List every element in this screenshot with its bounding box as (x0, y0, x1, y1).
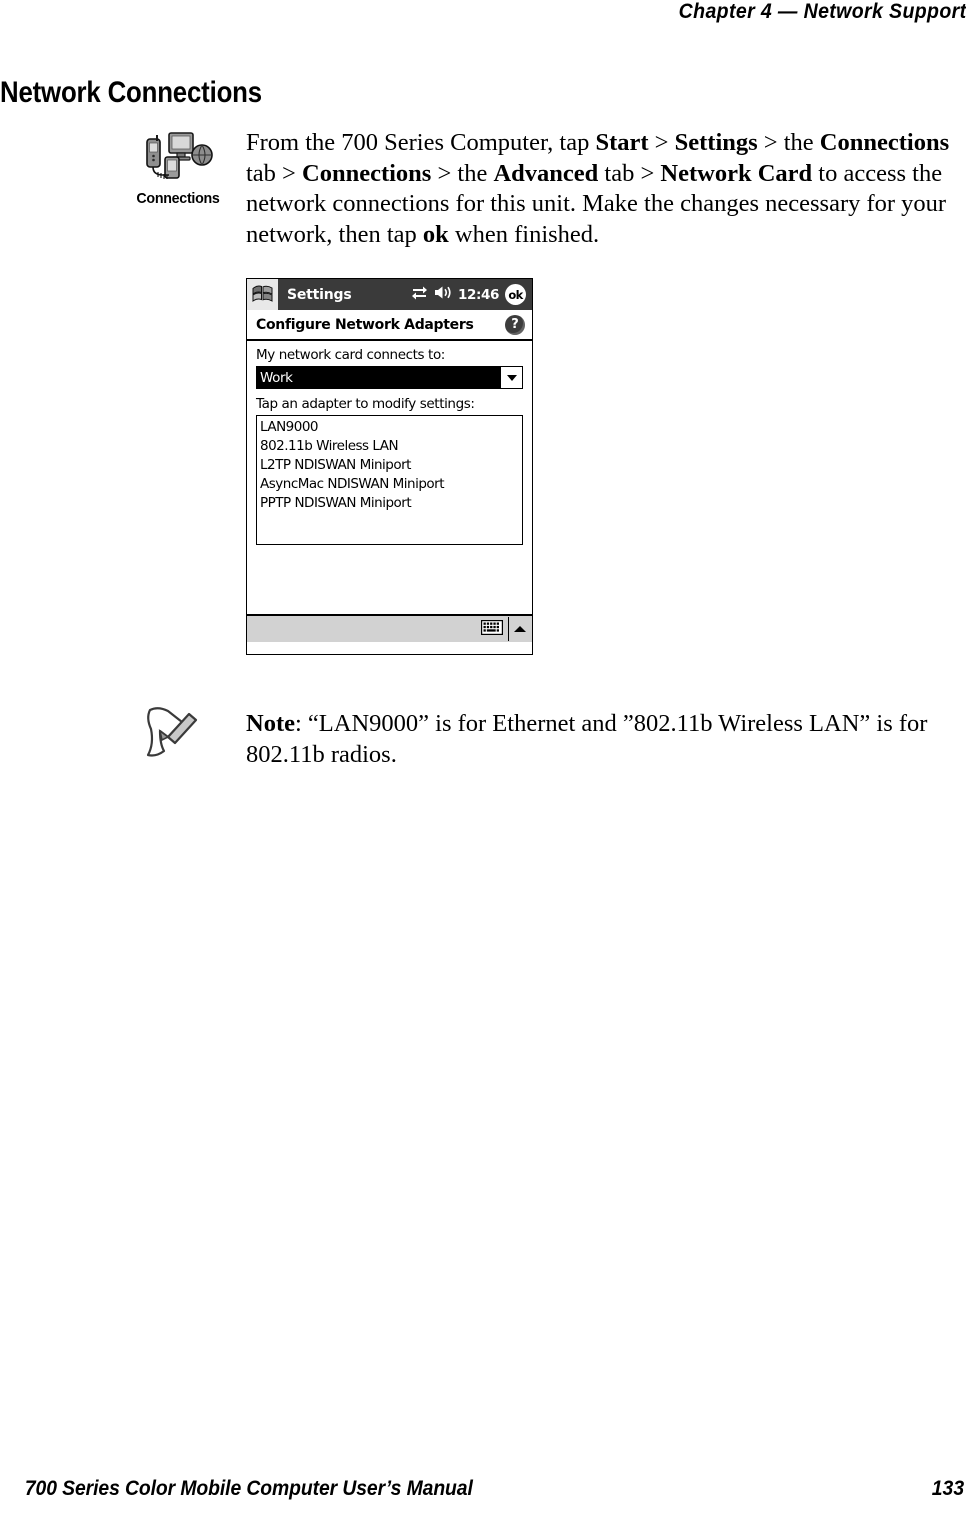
keyboard-icon[interactable] (480, 619, 504, 639)
running-header: Chapter 4 — Network Support (0, 0, 966, 30)
bold-network-card: Network Card (660, 159, 813, 187)
caret-up-icon[interactable] (514, 626, 526, 632)
text-run: when finished. (448, 220, 600, 248)
note-body-text: : “LAN9000” is for Ethernet and ”802.11b… (246, 710, 928, 768)
callout-paragraph: From the 700 Series Computer, tap Start … (246, 128, 962, 250)
start-button[interactable] (247, 279, 278, 310)
page-footer: 700 Series Color Mobile Computer User’s … (0, 1476, 966, 1501)
ok-button[interactable]: ok (505, 284, 526, 305)
text-run: tab > (246, 159, 302, 187)
text-run: > the (431, 159, 494, 187)
text-run: > (648, 129, 675, 156)
bold-ok: ok (422, 220, 449, 248)
speaker-icon[interactable] (434, 285, 452, 304)
network-card-label: My network card connects to: (256, 347, 445, 363)
bold-settings: Settings (674, 129, 758, 156)
pda-subheader-title: Configure Network Adapters (256, 316, 474, 333)
text-run: tab > (598, 159, 661, 187)
network-card-value: Work (260, 369, 293, 386)
pda-content: My network card connects to: Work Tap an… (247, 341, 532, 642)
pda-screenshot: Settings 12:46 ok Configure Network Adap… (246, 278, 533, 655)
note-label: Note (246, 710, 295, 737)
pda-bottom-bar (247, 614, 532, 642)
connections-icon-block: Connections (122, 131, 234, 207)
connections-icon (141, 132, 215, 187)
caret-down-glyph (506, 374, 517, 381)
help-icon[interactable]: ? (505, 314, 525, 335)
list-item[interactable]: AsyncMac NDISWAN Miniport (260, 475, 522, 494)
pda-subheader: Configure Network Adapters ? (247, 310, 532, 341)
pda-system-tray: 12:46 ok (411, 284, 532, 305)
divider (508, 617, 509, 641)
running-header-text: Chapter 4 — Network Support (678, 0, 966, 23)
note-icon-wrap (138, 704, 208, 766)
list-item[interactable]: PPTP NDISWAN Miniport (260, 494, 522, 513)
connectivity-icon[interactable] (411, 285, 428, 304)
footer-manual-title: 700 Series Color Mobile Computer User’s … (24, 1476, 473, 1500)
connections-icon-label: Connections (136, 190, 220, 207)
note-pencil-icon (138, 707, 202, 768)
windows-flag-icon (252, 284, 273, 306)
pda-title-bar: Settings 12:46 ok (247, 279, 532, 310)
clock-label: 12:46 (458, 286, 499, 303)
footer-page-number: 133 (931, 1476, 965, 1500)
bold-connections-2: Connections (302, 159, 432, 187)
pda-title-label: Settings (287, 286, 352, 303)
list-item[interactable]: LAN9000 (260, 418, 522, 437)
adapter-list-label: Tap an adapter to modify settings: (256, 396, 475, 412)
list-item[interactable]: 802.11b Wireless LAN (260, 437, 522, 456)
bold-connections-1: Connections (819, 129, 950, 156)
adapter-listbox[interactable]: LAN9000 802.11b Wireless LAN L2TP NDISWA… (256, 415, 523, 545)
text-run: From the 700 Series Computer, tap (246, 129, 596, 156)
text-run: > the (757, 129, 820, 156)
chevron-down-icon[interactable] (500, 367, 522, 388)
bold-start: Start (595, 129, 649, 156)
note-text: Note: “LAN9000” is for Ethernet and ”802… (246, 708, 946, 770)
list-item[interactable]: L2TP NDISWAN Miniport (260, 456, 522, 475)
page-title: Network Connections (0, 76, 262, 109)
network-card-dropdown[interactable]: Work (256, 366, 523, 389)
bold-advanced: Advanced (493, 159, 599, 187)
